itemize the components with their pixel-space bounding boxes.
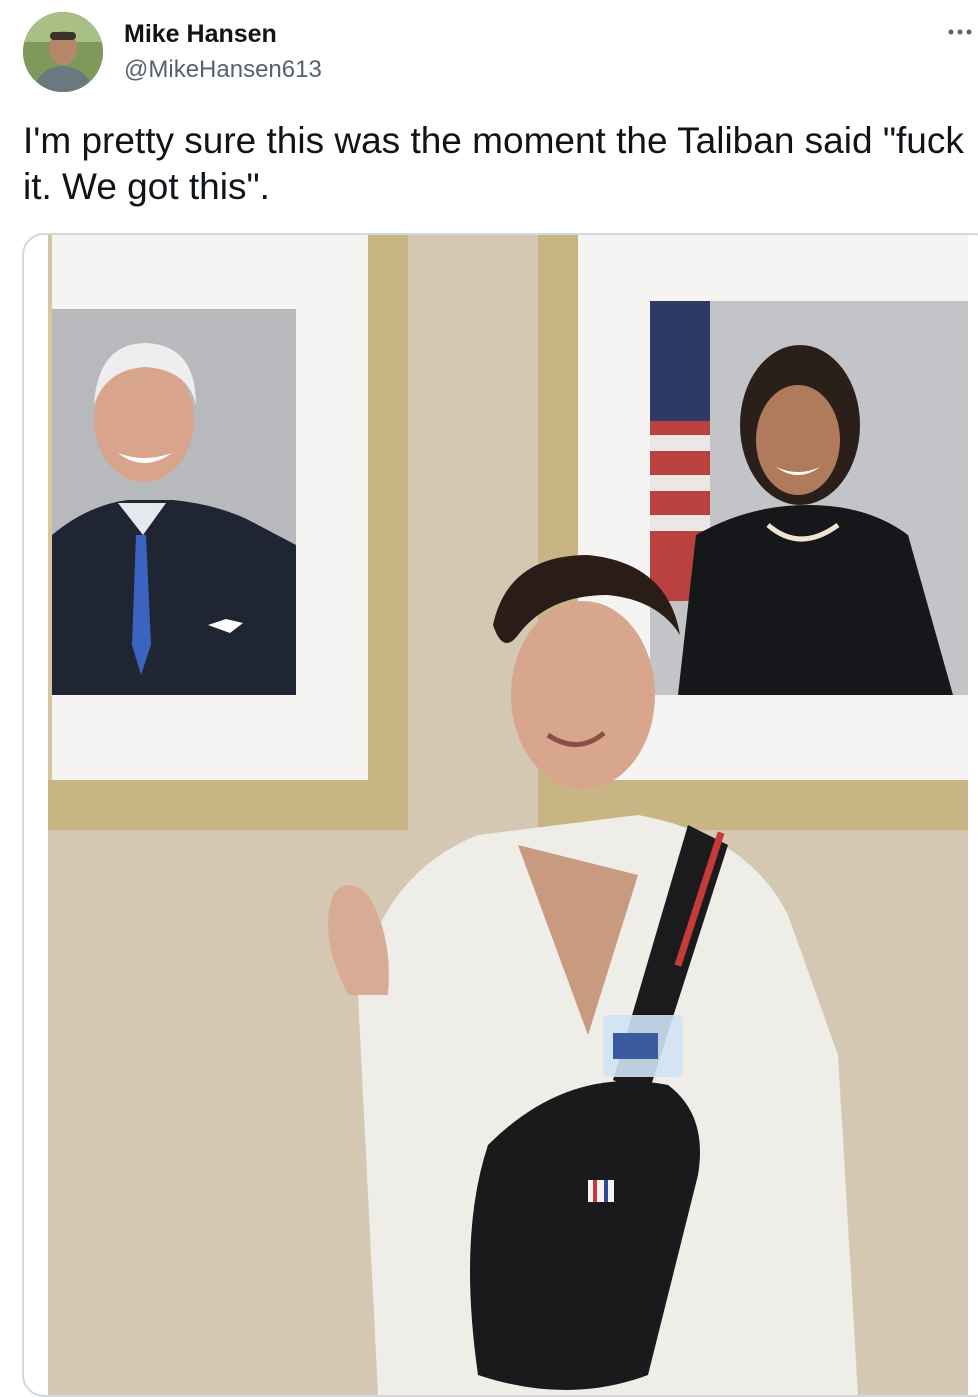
author-name[interactable]: Mike Hansen xyxy=(124,20,277,49)
avatar[interactable] xyxy=(23,12,103,92)
tweet: Mike Hansen @MikeHansen613 I'm pretty su… xyxy=(0,0,978,1397)
tweet-text: I'm pretty sure this was the moment the … xyxy=(23,120,975,207)
author-handle[interactable]: @MikeHansen613 xyxy=(124,56,322,84)
more-options-icon[interactable] xyxy=(946,18,974,46)
tweet-photo[interactable] xyxy=(22,233,978,1397)
photo-image xyxy=(48,235,968,1395)
